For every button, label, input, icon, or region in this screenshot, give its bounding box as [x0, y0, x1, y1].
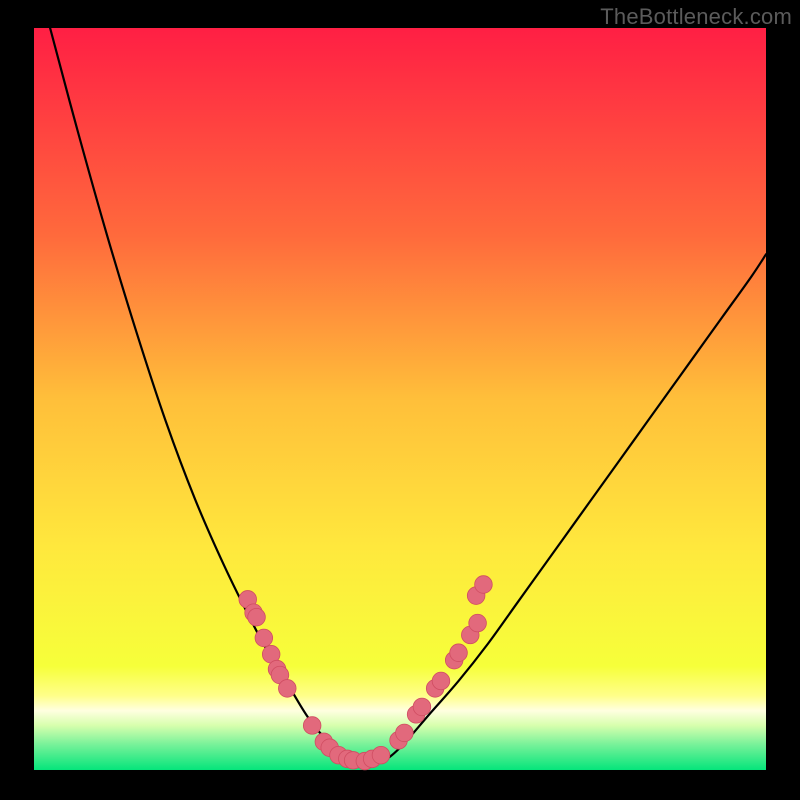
data-point [432, 672, 450, 690]
data-point [396, 724, 414, 742]
data-point [278, 680, 296, 698]
data-point [469, 614, 487, 632]
chart-root: TheBottleneck.com [0, 0, 800, 800]
watermark-label: TheBottleneck.com [600, 4, 792, 30]
data-point [303, 717, 321, 735]
data-point [372, 746, 390, 764]
data-point [450, 644, 468, 662]
gradient-plot-area [34, 28, 766, 770]
data-point [255, 629, 273, 647]
data-point [248, 608, 266, 626]
chart-svg [0, 0, 800, 800]
data-point [413, 698, 431, 716]
data-point [475, 576, 493, 594]
